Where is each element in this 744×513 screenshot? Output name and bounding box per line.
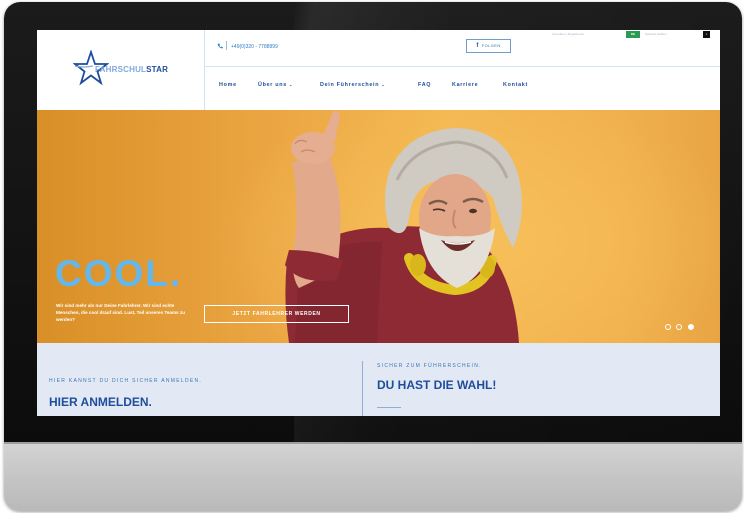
hero-text: Wir sind mehr als nur Deine Fahrlehrer. … (56, 303, 185, 322)
top-bar: +49(0)320 - 7788999 f FOLGEN Anmelden / R… (205, 30, 720, 67)
facebook-icon: f (476, 43, 479, 49)
chevron-down-icon: ⌄ (288, 82, 294, 87)
band-divider (362, 361, 363, 416)
logo-text-part2: STAR (146, 65, 169, 74)
nav-item-ueber-uns[interactable]: Über uns ⌄ (258, 82, 293, 88)
phone-number: +49(0)320 - 7788999 (231, 44, 278, 50)
slider-dots (665, 317, 695, 330)
hero-slider: COOL. Wir sind mehr als nur Deine Fahrle… (37, 110, 720, 343)
info-band: HIER KANNST DU DICH SICHER ANMELDEN. HIE… (37, 343, 720, 416)
slider-dot-active[interactable] (687, 324, 694, 330)
nav-item-home[interactable]: Home (219, 82, 237, 88)
phone-icon (217, 43, 223, 49)
chevron-down-icon: ⌄ (381, 82, 386, 87)
register-title[interactable]: HIER ANMELDEN. (49, 395, 152, 409)
become-instructor-button[interactable]: JETZT FAHRLEHRER WERDEN (204, 305, 349, 323)
nav-item-kontakt[interactable]: Kontakt (503, 82, 528, 88)
nav-label: Dein Führerschein (320, 82, 380, 88)
hero-title: COOL. (55, 253, 183, 294)
register-subtitle: HIER KANNST DU DICH SICHER ANMELDEN. (49, 378, 203, 384)
site-header: FAHRSCHULSTAR +49(0)320 - 7788999 f FOLGE… (37, 30, 720, 110)
nav-label: Home (219, 82, 237, 88)
monitor-frame: FAHRSCHULSTAR +49(0)320 - 7788999 f FOLGE… (4, 2, 742, 511)
phone-separator (226, 41, 227, 50)
follow-label: FOLGEN (481, 43, 501, 48)
logo[interactable]: FAHRSCHULSTAR (37, 30, 205, 110)
phone-link[interactable]: +49(0)320 - 7788999 (217, 41, 278, 50)
top-link-account[interactable]: Anmelden / Registrieren (552, 32, 584, 36)
nav-label: Über uns (258, 82, 287, 88)
website-screen: FAHRSCHULSTAR +49(0)320 - 7788999 f FOLGE… (37, 30, 720, 416)
chin-edge (4, 442, 742, 444)
nav-label: Kontakt (503, 82, 528, 88)
choice-title: DU HAST DIE WAHL! (377, 378, 497, 392)
close-icon[interactable]: × (703, 31, 710, 38)
follow-button[interactable]: f FOLGEN (466, 39, 511, 53)
choice-underline (377, 407, 401, 408)
nav-item-fuehrerschein[interactable]: Dein Führerschein ⌄ (320, 82, 385, 88)
logo-text-part1: FAHRSCHUL (95, 65, 147, 74)
monitor-chin (4, 442, 742, 511)
choice-subtitle: SICHER ZUM FÜHRERSCHEIN. (377, 363, 482, 369)
main-navigation: Home Über uns ⌄ Dein Führerschein ⌄ FAQ Ka… (205, 80, 720, 94)
nav-item-faq[interactable]: FAQ (418, 82, 431, 88)
top-link-language[interactable]: Sprache wählen (645, 32, 667, 36)
language-de-button[interactable]: DE (626, 31, 640, 38)
nav-label: FAQ (418, 82, 432, 88)
logo-text: FAHRSCHULSTAR (95, 65, 168, 74)
nav-item-karriere[interactable]: Karriere (452, 82, 478, 88)
nav-label: Karriere (452, 82, 479, 88)
slider-dot[interactable] (665, 324, 671, 330)
